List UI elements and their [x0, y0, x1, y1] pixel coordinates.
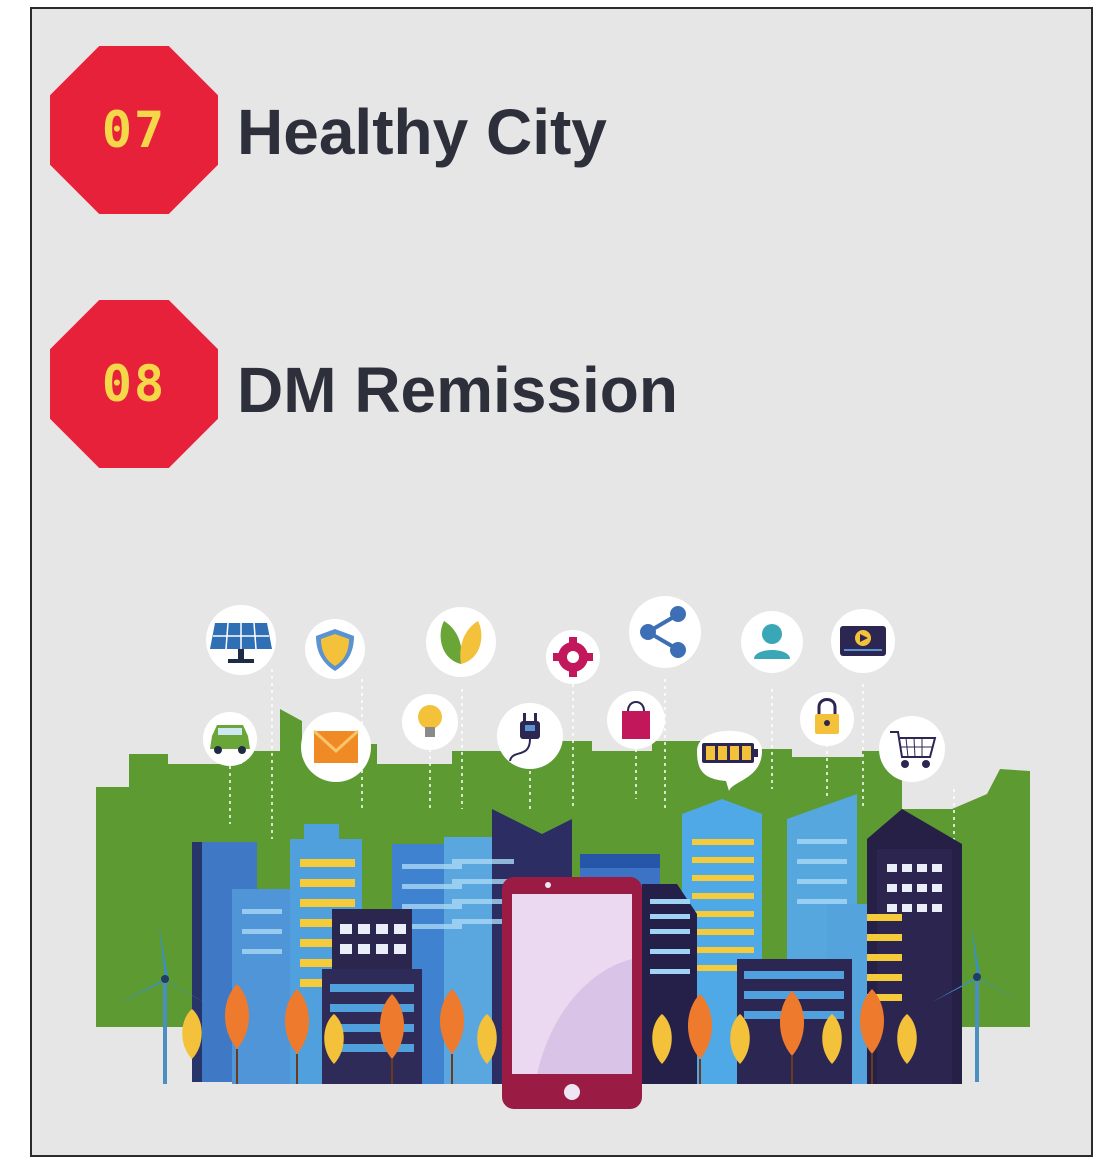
car-icon — [203, 712, 257, 766]
solar-panel-icon — [206, 605, 276, 675]
shopping-bag-icon — [607, 691, 665, 749]
lightbulb-icon — [402, 694, 458, 750]
leaf-icon — [426, 607, 496, 677]
plug-icon — [497, 703, 563, 769]
share-icon — [629, 596, 701, 668]
lock-icon — [800, 692, 854, 746]
cart-icon — [879, 716, 945, 782]
video-player-icon — [831, 609, 895, 673]
shield-icon — [305, 619, 365, 679]
gear-icon — [546, 630, 600, 684]
smart-city-illustration — [96, 596, 1030, 1109]
infographic-panel: 07 Healthy City 08 DM Remission — [30, 7, 1093, 1157]
mail-icon — [301, 712, 371, 782]
smartphone-icon — [502, 877, 642, 1109]
user-icon — [741, 611, 803, 673]
